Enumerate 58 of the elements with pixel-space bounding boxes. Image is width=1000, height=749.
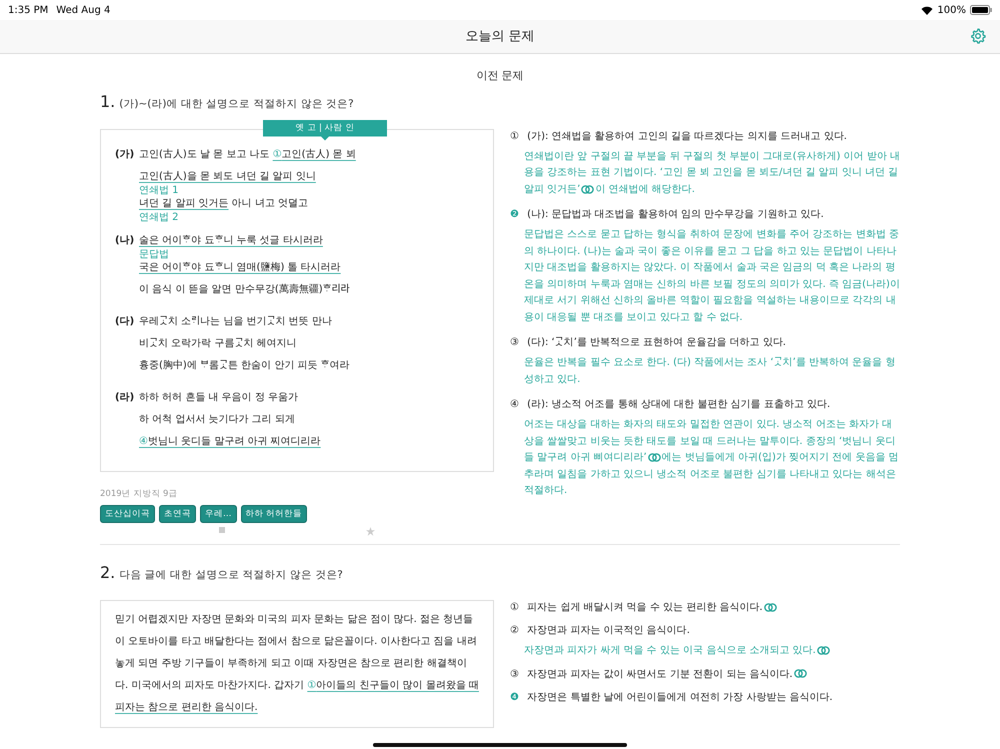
poem-line: 녀던 길 알피 잇거든 아니 녀고 엇뎔고 (139, 196, 310, 211)
poem-line: 하하 허허 흔들 내 우음이 정 우움가 (139, 390, 300, 405)
battery-percent: 100% (937, 4, 966, 18)
status-date: Wed Aug 4 (56, 4, 110, 18)
square-icon (218, 527, 225, 534)
passage-text: 믿기 어렵겠지만 자장면 문화와 미국의 피자 문화는 닮은 점이 많다. 젊은 청년들이 오토바이를 타고 배달한다는 점에서 참으로 닮은꼴이다. 이사한다고 짐을 내려놓게 되면 주방 기구들이 부족하게 되고 이때 자장면은 참으로 편리한 해결책이다. 미국에서의 피자도 마찬가지다. 갑자기 ①아이들의 친구들이 많이 몰려왔을 때 피자는 참으로 편리한 음식이다. (115, 613, 479, 715)
answer-choice[interactable]: ③ (다): ‘ᄀᆞᆺ치’를 반복적으로 표현하여 운율감을 더하고 있다. (510, 335, 900, 352)
poem-line: 이 음식 이 뜯을 알면 만수무강(萬壽無疆)ᄒᆞ리라 (139, 282, 350, 297)
battery-icon (970, 5, 992, 15)
poem-line: 고인(古人)을 몯 뵈도 녀던 길 알피 잇니 (139, 170, 317, 184)
annotation-note: 연쇄법 1 (139, 184, 180, 196)
answer-choice[interactable]: ② 자장면과 피자는 이국적인 음식이다. (510, 623, 900, 639)
poem-line: 흉중(胸中)에 ᄇᆞ롬ᄀᆞᆺ튼 한숨이 안기 피듯 ᄒᆞ여라 (139, 358, 350, 373)
wifi-icon (921, 6, 934, 14)
poem-line: 국은 어이ᄒᆞ야 됴ᄒᆞ니 염매(鹽梅) 톨 타시러라 (139, 260, 342, 275)
stanza-label: (나) (115, 234, 136, 248)
source-label: 2019년 지방직 9급 (100, 488, 178, 500)
linked-rings-icon (764, 602, 777, 612)
screen-title: 오늘의 문제 (465, 28, 535, 46)
tag-chip[interactable]: 우레… (200, 504, 236, 524)
question-prompt: (가)~(라)에 대한 설명으로 적절하지 않은 것은? (119, 97, 354, 112)
question-number: 1. (100, 94, 116, 110)
question-number: 2. (100, 565, 116, 582)
poem-line: 비ᄀᆞᆺ치 오락가락 구름ᄀᆞᆺ치 헤여지니 (139, 336, 298, 351)
explanation-text: 운율은 반복을 필수 요소로 한다. (다) 작품에서는 조사 ‘ᄀᆞᆺ치’를 반복하여 운율을 형성하고 있다. (523, 356, 896, 387)
annotation-note: 연쇄법 2 (139, 212, 180, 223)
answer-choice[interactable]: ④ (라): 냉소적 어조를 통해 상대에 대한 불편한 심기를 표출하고 있다. (510, 397, 900, 414)
poem-line: ④벗님니 웃디들 말구려 아귀 찌여디리라 (139, 434, 321, 449)
explanation-text: 자장면과 피자가 싸게 먹을 수 있는 이국 음식으로 소개되고 있다. (510, 643, 900, 660)
answer-choice[interactable]: ① 피자는 쉽게 배달시켜 먹을 수 있는 편리한 음식이다. (510, 600, 900, 616)
poem-line: 술은 어이ᄒᆞ야 됴ᄒᆞ니 누룩 섯글 타시러라 (139, 234, 324, 248)
answer-choice[interactable]: ❷ (나): 문답법과 대조법을 활용하여 임의 만수무강을 기원하고 있다. (510, 207, 900, 224)
previous-question-link[interactable]: 이전 문제 (476, 69, 524, 82)
stanza-label: (다) (115, 314, 136, 329)
answer-choice[interactable]: ❹ 자장면은 특별한 날에 어린이들에게 여전히 가장 사랑받는 음식이다. (510, 690, 900, 706)
linked-rings-icon (581, 184, 594, 194)
explanation-text: 어조는 대상을 대하는 화자의 태도와 밀접한 연관이 있다. 냉소적 어조는 화자가 대상을 쌀쌀맞고 비웃는 듯한 태도를 보일 때 드러나는 말투이다. 종장의 ‘벗님니 웃디들 말구려 아귀 삐여디리라’ 에는 벗님들에게 아귀(입)가 찢어지기 전에 웃음을 멈추라며 일침을 가하고 있으니 냉소적 어조로 불편한 심기를 나타내고 있다는 해석은 적절하다. (523, 418, 900, 498)
poem-line: 우레ᄀᆞᆺ치 소ᄅᆡ나는 님을 번기ᄀᆞᆺ치 번뜻 만나 (139, 314, 333, 329)
explanation-text: 문답법은 스스로 묻고 답하는 형식을 취하여 문장에 변화를 주어 강조하는 변화법 중의 하나이다. (나)는 술과 국이 좋은 이유를 묻고 그 답을 하고 있는 문답법이 나타나지만 대조법을 활용하지는 않았다. 이 작품에서 술과 국은 임금의 덕 혹은 나라의 평온을 의미하며 누룩과 염매는 신하의 바른 보필 정도의 의미가 있다. 즉 임금(나라)이 제대로 서기 위해선 신하의 올바른 역할이 필요함을 역설하는 내용이므로 각각의 내용이 대응될 뿐 대조를 보이고 있다고 할 수 없다. (523, 228, 900, 325)
linked-rings-icon (816, 646, 830, 655)
stanza-label: (가) (115, 148, 136, 162)
linked-rings-icon (648, 453, 661, 462)
gloss-tooltip: 옛 고 | 사람 인 (263, 120, 387, 140)
stanza-label: (라) (115, 390, 136, 405)
tag-chip[interactable]: 도산십이곡 (100, 504, 155, 524)
question-prompt: 다음 글에 대한 설명으로 적절하지 않은 것은? (119, 568, 343, 584)
tag-chip[interactable]: 초연곡 (159, 504, 196, 524)
settings-icon[interactable] (970, 28, 986, 44)
poem-line: 고인(古人)도 날 몯 보고 나도 ①고인(古人) 몯 뵈 (139, 148, 356, 162)
star-icon (366, 527, 376, 536)
clock-time: 1:35 PM (8, 4, 48, 18)
explanation-text: 연쇄법이란 앞 구절의 끝 부분을 뒤 구절의 첫 부분이 그대로(유사하게) 이어 받아 내용을 강조하는 표현 기법이다. ‘고인 몯 뵈 고인을 몯 뵈도/녀던 길 알피 잇니 녀던 길 알피 잇거든’ 이 연쇄법에 해당한다. (523, 150, 900, 197)
tag-chip[interactable]: 하하 허허한들 (240, 504, 308, 524)
annotation-note: 문답법 (139, 248, 170, 260)
answer-choice[interactable]: ① (가): 연쇄법을 활용하여 고인의 길을 따르겠다는 의지를 드러내고 있다. (510, 128, 900, 145)
answer-choice[interactable]: ③ 자장면과 피자는 값이 싸면서도 기분 전환이 되는 음식이다. (510, 666, 900, 682)
poem-line: 하 어척 업서서 늣기다가 그리 되게 (139, 412, 296, 427)
linked-rings-icon (794, 669, 807, 678)
